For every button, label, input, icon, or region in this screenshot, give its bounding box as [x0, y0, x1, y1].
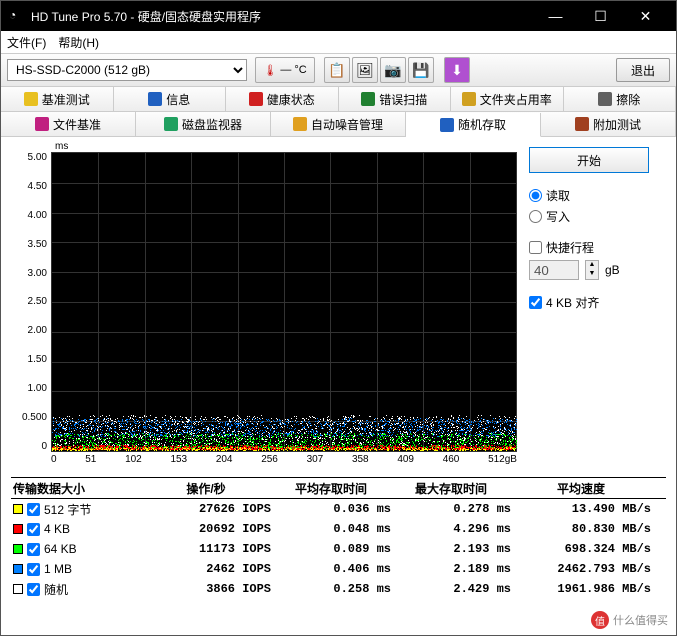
maximize-button[interactable]: ☐ — [578, 1, 623, 31]
tab-随机存取[interactable]: 随机存取 — [406, 113, 541, 137]
tool-group-2: ⬇ — [443, 57, 471, 83]
window-title: HD Tune Pro 5.70 - 硬盘/固态硬盘实用程序 — [31, 8, 533, 25]
temperature-display: 🌡 — °C — [255, 57, 315, 83]
menu-help[interactable]: 帮助(H) — [58, 34, 99, 51]
tab-附加测试[interactable]: 附加测试 — [541, 112, 676, 136]
menu-file[interactable]: 文件(F) — [7, 34, 46, 51]
drive-select[interactable]: HS-SSD-C2000 (512 gB) — [7, 59, 247, 81]
series-swatch — [13, 544, 23, 554]
series-swatch — [13, 524, 23, 534]
col-avg: 平均存取时间 — [271, 480, 391, 497]
tab-基准测试[interactable]: 基准测试 — [1, 87, 114, 111]
size-unit: gB — [605, 263, 620, 277]
series-checkbox[interactable] — [27, 503, 40, 516]
check-4kb-align[interactable]: 4 KB 对齐 — [529, 294, 649, 311]
y-axis: 5.004.504.003.503.002.502.001.501.000.50… — [11, 152, 51, 452]
shortstroke-size-input — [529, 260, 579, 280]
chart-area: ms 5.004.504.003.503.002.502.001.501.000… — [11, 141, 517, 465]
app-icon: ◔ — [9, 8, 25, 24]
tab-自动噪音管理[interactable]: 自动噪音管理 — [271, 112, 406, 136]
col-transfer: 传输数据大小 — [11, 480, 141, 497]
series-checkbox[interactable] — [27, 563, 40, 576]
minimize-button[interactable]: ― — [533, 1, 578, 31]
watermark: 值 什么值得买 — [591, 611, 668, 629]
options-icon[interactable]: ⬇ — [444, 57, 470, 83]
tab-磁盘监视器[interactable]: 磁盘监视器 — [136, 112, 271, 136]
health-icon — [249, 92, 263, 106]
file-icon — [35, 117, 49, 131]
tab-信息[interactable]: 信息 — [114, 87, 227, 111]
x-axis: 051102153204256307358409460512gB — [51, 454, 517, 465]
results-table: 传输数据大小 操作/秒 平均存取时间 最大存取时间 平均速度 512 字节276… — [11, 477, 666, 599]
window-controls: ― ☐ ✕ — [533, 1, 668, 31]
save-icon[interactable]: 💾 — [408, 57, 434, 83]
tab-content: ms 5.004.504.003.503.002.502.001.501.000… — [1, 137, 676, 603]
copy-info-icon[interactable]: 📋 — [324, 57, 350, 83]
col-max: 最大存取时间 — [391, 480, 511, 497]
start-button[interactable]: 开始 — [529, 147, 649, 173]
table-row: 1 MB2462 IOPS0.406 ms2.189 ms2462.793 MB… — [11, 559, 666, 579]
random-icon — [440, 118, 454, 132]
tool-group: 📋 🖼 📷 💾 — [323, 57, 435, 83]
toolbar: HS-SSD-C2000 (512 gB) 🌡 — °C 📋 🖼 📷 💾 ⬇ 退… — [1, 53, 676, 87]
radio-read[interactable]: 读取 — [529, 187, 649, 204]
folder-icon — [462, 92, 476, 106]
tab-文件基准[interactable]: 文件基准 — [1, 112, 136, 136]
tab-错误扫描[interactable]: 错误扫描 — [339, 87, 452, 111]
lightbulb-icon — [24, 92, 38, 106]
tab-文件夹占用率[interactable]: 文件夹占用率 — [451, 87, 564, 111]
radio-write[interactable]: 写入 — [529, 208, 649, 225]
table-row: 随机3866 IOPS0.258 ms2.429 ms1961.986 MB/s — [11, 579, 666, 599]
col-speed: 平均速度 — [511, 480, 651, 497]
tab-健康状态[interactable]: 健康状态 — [226, 87, 339, 111]
scatter-plot — [51, 152, 517, 452]
info-icon — [148, 92, 162, 106]
menubar: 文件(F) 帮助(H) — [1, 31, 676, 53]
series-checkbox[interactable] — [27, 543, 40, 556]
table-row: 512 字节27626 IOPS0.036 ms0.278 ms13.490 M… — [11, 499, 666, 519]
table-row: 4 KB20692 IOPS0.048 ms4.296 ms80.830 MB/… — [11, 519, 666, 539]
y-axis-unit: ms — [55, 141, 517, 152]
erase-icon — [598, 92, 612, 106]
close-button[interactable]: ✕ — [623, 1, 668, 31]
series-checkbox[interactable] — [27, 523, 40, 536]
screenshot-icon[interactable]: 📷 — [380, 57, 406, 83]
watermark-logo-icon: 值 — [591, 611, 609, 629]
tab-row-1: 基准测试信息健康状态错误扫描文件夹占用率擦除 — [1, 87, 676, 112]
check-shortstroke[interactable]: 快捷行程 — [529, 239, 649, 256]
app-window: ◔ HD Tune Pro 5.70 - 硬盘/固态硬盘实用程序 ― ☐ ✕ 文… — [0, 0, 677, 636]
copy-screenshot-icon[interactable]: 🖼 — [352, 57, 378, 83]
titlebar: ◔ HD Tune Pro 5.70 - 硬盘/固态硬盘实用程序 ― ☐ ✕ — [1, 1, 676, 31]
series-swatch — [13, 564, 23, 574]
series-swatch — [13, 504, 23, 514]
scan-icon — [361, 92, 375, 106]
size-spinner[interactable]: ▲▼ — [585, 260, 599, 280]
tab-row-2: 文件基准磁盘监视器自动噪音管理随机存取附加测试 — [1, 112, 676, 137]
table-row: 64 KB11173 IOPS0.089 ms2.193 ms698.324 M… — [11, 539, 666, 559]
monitor-icon — [164, 117, 178, 131]
series-checkbox[interactable] — [27, 583, 40, 596]
side-panel: 开始 读取 写入 快捷行程 ▲▼ gB 4 KB 对齐 — [529, 141, 649, 465]
exit-button[interactable]: 退出 — [616, 58, 670, 82]
extra-icon — [575, 117, 589, 131]
tab-擦除[interactable]: 擦除 — [564, 87, 677, 111]
series-swatch — [13, 584, 23, 594]
col-iops: 操作/秒 — [141, 480, 271, 497]
sound-icon — [293, 117, 307, 131]
